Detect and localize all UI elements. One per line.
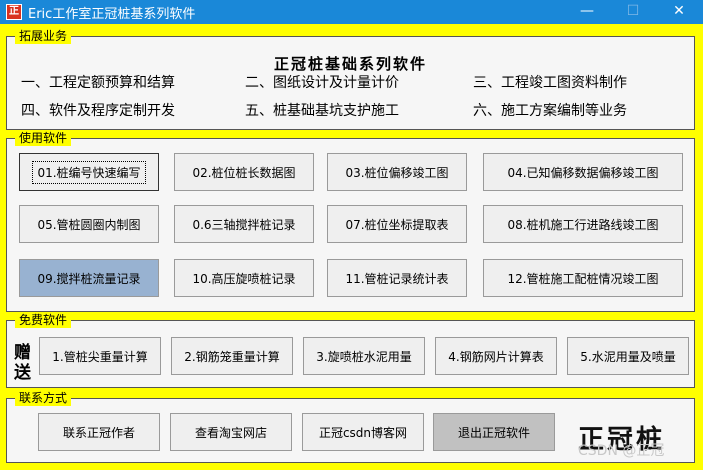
free-button-3[interactable]: 3.旋喷桩水泥用量 — [303, 337, 425, 375]
software-button-12[interactable]: 12.管桩施工配桩情况竣工图 — [483, 259, 683, 297]
app-icon: 正 — [6, 4, 22, 20]
software-button-11[interactable]: 11.管桩记录统计表 — [327, 259, 467, 297]
software-group: 使用软件 01.桩编号快速编写 02.桩位桩长数据图 03.桩位偏移竣工图 04… — [6, 130, 695, 312]
software-button-10[interactable]: 10.高压旋喷桩记录 — [174, 259, 314, 297]
business-group-title: 拓展业务 — [15, 28, 72, 44]
free-button-5[interactable]: 5.水泥用量及喷量 — [567, 337, 689, 375]
business-item: 四、软件及程序定制开发 — [21, 103, 175, 119]
software-button-06[interactable]: 0.6三轴搅拌桩记录 — [174, 205, 314, 243]
exit-button[interactable]: 退出正冠软件 — [433, 413, 555, 451]
maximize-button[interactable]: ☐ — [610, 0, 656, 24]
minimize-button[interactable]: — — [564, 0, 610, 24]
software-button-02[interactable]: 02.桩位桩长数据图 — [174, 153, 314, 191]
free-group: 免费软件 赠送 1.管桩尖重量计算 2.钢筋笼重量计算 3.旋喷桩水泥用量 4.… — [6, 312, 695, 388]
free-group-title: 免费软件 — [15, 312, 72, 328]
gift-label: 赠送 — [14, 343, 31, 383]
software-button-05[interactable]: 05.管桩圆圈内制图 — [19, 205, 159, 243]
free-button-4[interactable]: 4.钢筋网片计算表 — [435, 337, 557, 375]
software-button-01[interactable]: 01.桩编号快速编写 — [19, 153, 159, 191]
business-item: 六、施工方案编制等业务 — [473, 103, 627, 119]
business-headline: 正冠桩基础系列软件 — [273, 55, 427, 73]
free-button-1[interactable]: 1.管桩尖重量计算 — [39, 337, 161, 375]
contact-author-button[interactable]: 联系正冠作者 — [38, 413, 160, 451]
business-item: 一、工程定额预算和结算 — [21, 75, 175, 91]
free-button-2[interactable]: 2.钢筋笼重量计算 — [171, 337, 293, 375]
title-bar[interactable]: 正 Eric工作室正冠桩基系列软件 — ☐ ✕ — [0, 0, 703, 24]
software-button-09[interactable]: 09.搅拌桩流量记录 — [19, 259, 159, 297]
business-group: 拓展业务 正冠桩基础系列软件 一、工程定额预算和结算 二、图纸设计及计量计价 三… — [6, 28, 695, 130]
software-button-label: 01.桩编号快速编写 — [32, 160, 146, 184]
software-button-03[interactable]: 03.桩位偏移竣工图 — [327, 153, 467, 191]
business-item: 五、桩基础基坑支护施工 — [245, 103, 399, 119]
window-title: Eric工作室正冠桩基系列软件 — [28, 7, 196, 22]
csdn-blog-button[interactable]: 正冠csdn博客网 — [302, 413, 424, 451]
contact-group-title: 联系方式 — [15, 390, 72, 406]
taobao-shop-button[interactable]: 查看淘宝网店 — [170, 413, 292, 451]
business-item: 三、工程竣工图资料制作 — [473, 75, 627, 91]
software-group-title: 使用软件 — [15, 130, 72, 146]
business-item: 二、图纸设计及计量计价 — [245, 75, 399, 91]
csdn-watermark: CSDN @正冠 — [578, 443, 665, 459]
software-button-08[interactable]: 08.桩机施工行进路线竣工图 — [483, 205, 683, 243]
software-button-07[interactable]: 07.桩位坐标提取表 — [327, 205, 467, 243]
software-button-04[interactable]: 04.已知偏移数据偏移竣工图 — [483, 153, 683, 191]
close-button[interactable]: ✕ — [656, 0, 702, 24]
